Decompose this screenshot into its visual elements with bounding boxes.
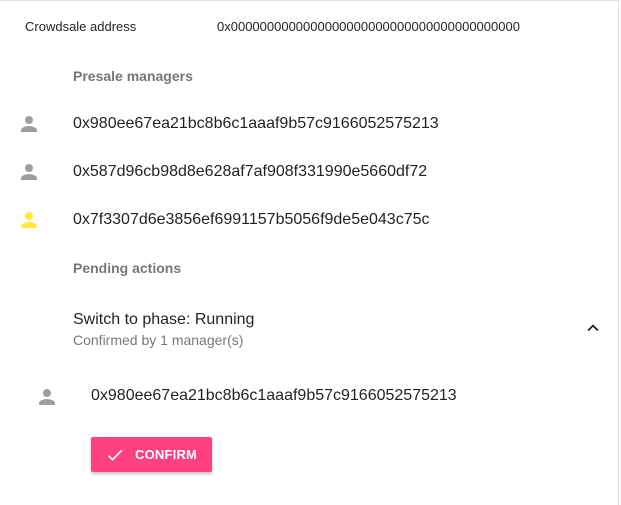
pending-action-title: Switch to phase: Running bbox=[73, 311, 255, 328]
pending-action-subtitle: Confirmed by 1 manager(s) bbox=[73, 332, 244, 348]
confirm-button-label: CONFIRM bbox=[135, 447, 198, 462]
top-divider bbox=[0, 0, 618, 1]
chevron-up-icon[interactable] bbox=[582, 317, 604, 339]
person-icon bbox=[21, 116, 37, 132]
crowdsale-address-label: Crowdsale address bbox=[25, 19, 137, 34]
manager-address: 0x7f3307d6e3856ef6991157b5056f9de5e043c7… bbox=[73, 211, 430, 228]
check-icon bbox=[107, 449, 123, 461]
right-divider bbox=[618, 0, 619, 505]
confirmed-by-address: 0x980ee67ea21bc8b6c1aaaf9b57c91660525752… bbox=[91, 387, 457, 404]
presale-managers-header: Presale managers bbox=[73, 68, 193, 84]
crowdsale-address-value: 0x00000000000000000000000000000000000000… bbox=[217, 19, 520, 34]
person-icon bbox=[39, 389, 55, 405]
manager-address: 0x980ee67ea21bc8b6c1aaaf9b57c91660525752… bbox=[73, 115, 439, 132]
pending-actions-header: Pending actions bbox=[73, 260, 182, 276]
manager-address: 0x587d96cb98d8e628af7af908f331990e5660df… bbox=[73, 163, 428, 180]
person-icon bbox=[21, 212, 37, 228]
confirm-button[interactable]: CONFIRM bbox=[91, 437, 212, 472]
person-icon bbox=[21, 164, 37, 180]
